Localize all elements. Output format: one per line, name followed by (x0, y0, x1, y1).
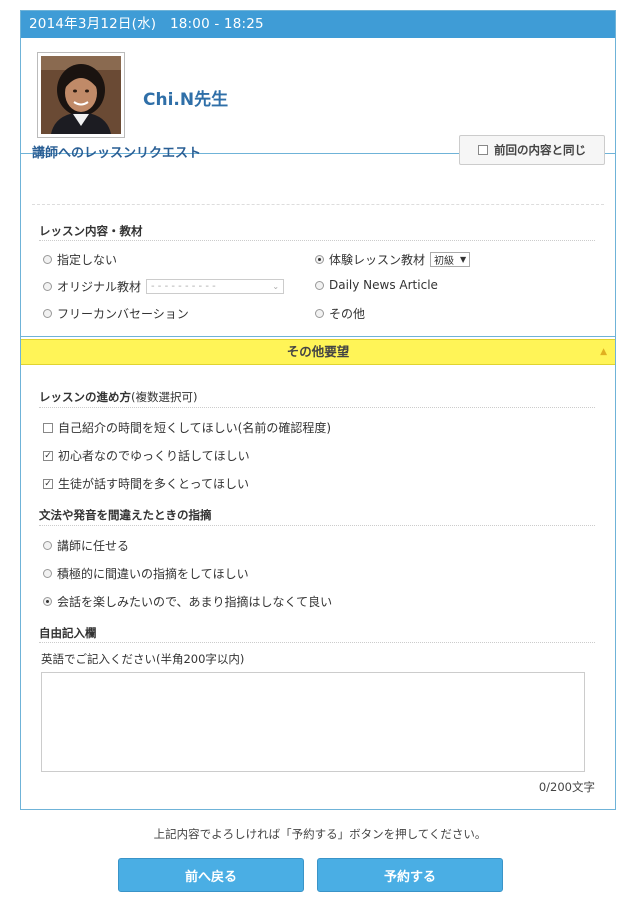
divider (39, 240, 595, 241)
radio-free-conversation[interactable] (43, 309, 52, 318)
divider (32, 204, 604, 205)
lesson-datetime: 2014年3月12日(水) 18:00 - 18:25 (21, 11, 615, 38)
chevron-down-icon: ▼ (460, 255, 467, 264)
radio-trial[interactable] (315, 255, 324, 264)
content-title: レッスン内容・教材 (39, 224, 143, 238)
checkbox-checked[interactable]: ✓ (43, 478, 53, 489)
free-text-area[interactable] (41, 672, 585, 772)
original-material-select[interactable]: - - - - - - - - - - ⌄ (146, 279, 285, 294)
content-option-free-conversation[interactable]: フリーカンバセーション (43, 305, 189, 322)
footer-note: 上記内容でよろしければ「予約する」ボタンを押してください。 (153, 827, 487, 841)
teacher-photo (41, 56, 121, 134)
progress-option-short-intro[interactable]: 自己紹介の時間を短くしてほしい(名前の確認程度) (43, 419, 331, 436)
radio[interactable] (43, 569, 52, 578)
free-note: 英語でご記入ください(半角200字以内) (41, 652, 245, 666)
divider (21, 336, 615, 337)
same-as-last-label: 前回の内容と同じ (494, 143, 586, 157)
char-counter: 0/200文字 (538, 780, 595, 794)
divider (39, 407, 595, 408)
content-option-daily-news[interactable]: Daily News Article (315, 278, 438, 292)
radio[interactable] (43, 541, 52, 550)
radio-daily-news[interactable] (315, 280, 324, 290)
correction-title: 文法や発音を間違えたときの指摘 (39, 508, 212, 522)
progress-title: レッスンの進め方(複数選択可) (39, 390, 198, 404)
divider (39, 642, 595, 643)
reservation-panel: 2014年3月12日(水) 18:00 - 18:25 Chi.N先生 講師への… (20, 10, 616, 810)
content-option-none[interactable]: 指定しない (43, 251, 117, 268)
content-option-trial[interactable]: 体験レッスン教材 初級 ▼ (315, 251, 471, 268)
same-as-last-button[interactable]: 前回の内容と同じ (459, 135, 605, 165)
progress-option-more-student-time[interactable]: ✓ 生徒が話す時間を多くとってほしい (43, 475, 249, 492)
checkbox-checked[interactable]: ✓ (43, 450, 53, 461)
correction-option-teacher[interactable]: 講師に任せる (43, 537, 129, 554)
other-requests-toggle[interactable]: その他要望 ▲ (21, 339, 615, 365)
radio-selected[interactable] (43, 597, 52, 606)
same-as-last-checkbox[interactable] (478, 145, 488, 155)
request-section-title: 講師へのレッスンリクエスト (32, 146, 202, 161)
progress-option-speak-slowly[interactable]: ✓ 初心者なのでゆっくり話してほしい (43, 447, 250, 464)
chevron-down-icon: ⌄ (272, 282, 280, 291)
collapse-arrow-icon: ▲ (600, 347, 607, 357)
teacher-name[interactable]: Chi.N先生 (143, 85, 228, 110)
content-option-original[interactable]: オリジナル教材 - - - - - - - - - - ⌄ (43, 278, 285, 295)
free-title: 自由記入欄 (39, 626, 97, 640)
correction-option-actively[interactable]: 積極的に間違いの指摘をしてほしい (43, 565, 249, 582)
radio-none[interactable] (43, 255, 52, 264)
reserve-button[interactable]: 予約する (317, 858, 503, 892)
avatar (37, 52, 125, 138)
correction-option-enjoy-conversation[interactable]: 会話を楽しみたいので、あまり指摘はしなくて良い (43, 593, 332, 610)
checkbox[interactable] (43, 422, 53, 433)
radio-original[interactable] (43, 282, 52, 291)
back-button[interactable]: 前へ戻る (118, 858, 304, 892)
content-option-other[interactable]: その他 (315, 305, 365, 322)
radio-other[interactable] (315, 309, 324, 318)
level-select[interactable]: 初級 ▼ (430, 252, 471, 267)
divider (39, 525, 595, 526)
